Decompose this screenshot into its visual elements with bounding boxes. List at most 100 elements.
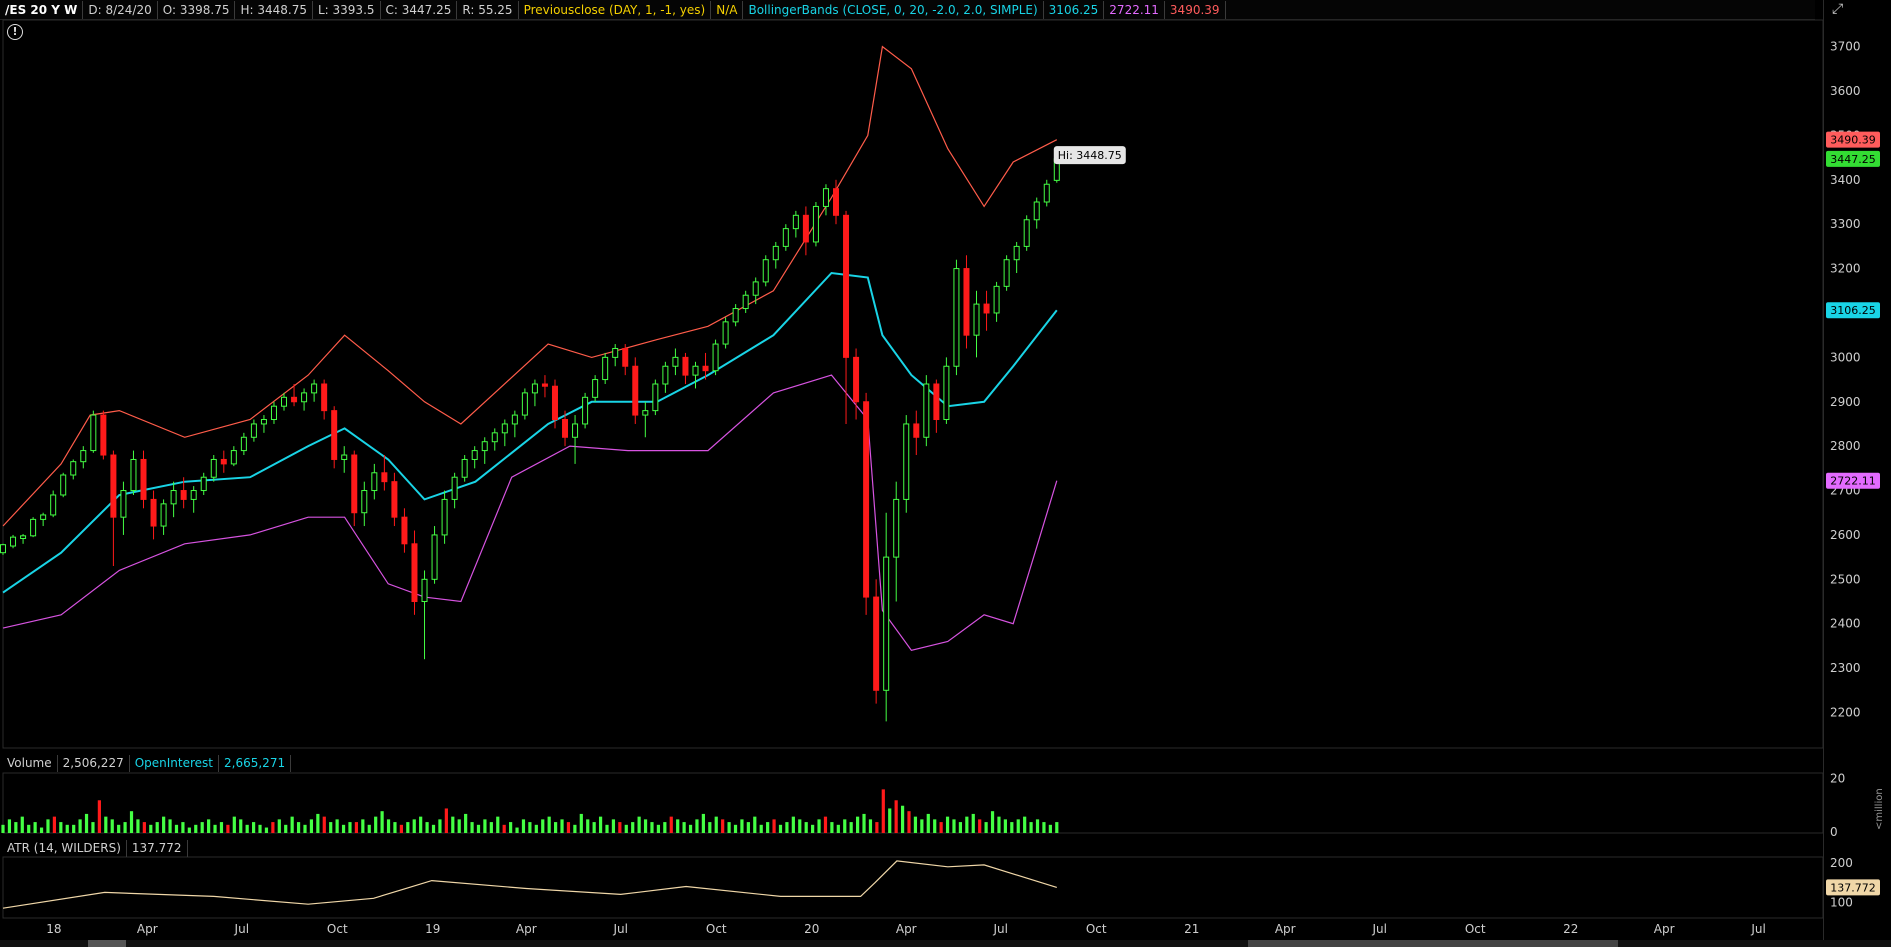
volume-bar: [541, 819, 545, 833]
open-interest-label[interactable]: OpenInterest: [130, 754, 220, 772]
volume-bar: [239, 819, 243, 833]
volume-bar: [509, 822, 513, 833]
candle-body: [521, 392, 528, 416]
volume-bar: [971, 813, 975, 833]
y-tick-label: 3400: [1830, 173, 1861, 187]
candle-body: [662, 365, 669, 385]
candle-body: [180, 490, 187, 500]
volume-bar: [643, 819, 648, 833]
candle-body: [371, 472, 378, 492]
candle-body: [260, 419, 267, 425]
price-tag-label: 3447.25: [1830, 153, 1876, 166]
x-tick-label: Apr: [1275, 922, 1296, 936]
candle-body: [471, 450, 478, 460]
candle-body: [270, 405, 277, 421]
volume-bar: [72, 824, 76, 833]
volume-bar: [637, 816, 641, 833]
candle-body: [752, 281, 759, 296]
volume-bar: [778, 824, 783, 833]
candle-body: [762, 259, 769, 283]
candle-body: [893, 498, 900, 558]
atr-tick-label: 100: [1830, 895, 1853, 909]
candle-body: [732, 308, 739, 323]
candle-body: [883, 556, 890, 691]
volume-bar: [168, 819, 172, 833]
volume-bar: [309, 819, 314, 833]
volume-bar: [605, 824, 609, 833]
volume-bar: [219, 822, 224, 833]
volume-bar: [688, 824, 693, 833]
volume-bar: [695, 819, 699, 833]
candle-body: [220, 458, 227, 465]
candle-body: [481, 441, 488, 452]
volume-bar: [123, 822, 127, 833]
volume-bar: [714, 816, 718, 833]
candle-body: [140, 458, 147, 500]
volume-bar: [155, 822, 159, 833]
y-tick-label: 2200: [1830, 705, 1861, 719]
candle-body: [60, 474, 67, 496]
volume-label[interactable]: Volume: [2, 754, 58, 772]
candle-body: [873, 596, 880, 691]
candle-body: [923, 383, 930, 438]
volume-bar: [933, 819, 937, 833]
volume-bar: [900, 805, 905, 833]
x-tick-label: Jul: [234, 922, 249, 936]
volume-bar: [316, 813, 320, 833]
candle-body: [281, 396, 288, 407]
volume-value: 2,506,227: [58, 754, 130, 772]
candle-body: [973, 303, 980, 336]
candle-body: [531, 383, 538, 394]
candle-body: [230, 450, 237, 465]
x-tick-label: 19: [425, 922, 440, 936]
candle-body: [50, 494, 57, 516]
candle-body: [642, 410, 649, 416]
volume-bar: [598, 816, 603, 833]
price-tag-label: 3490.39: [1830, 134, 1876, 147]
volume-bar: [444, 808, 448, 833]
volume-bar: [945, 816, 950, 833]
volume-bar: [669, 816, 673, 833]
volume-bar: [926, 813, 930, 833]
candle-body: [381, 472, 388, 483]
candle-body: [331, 410, 338, 460]
volume-bar: [1, 824, 5, 833]
volume-bar: [856, 816, 860, 833]
volume-bar: [547, 816, 551, 833]
volume-tick-label: 0: [1830, 825, 1838, 839]
volume-bar: [753, 816, 757, 833]
candle-body: [150, 498, 157, 527]
atr-value: 137.772: [127, 839, 188, 857]
price-chart[interactable]: 2200230024002500260027002800290030003100…: [0, 0, 1891, 947]
volume-bar: [194, 824, 198, 833]
volume-bar: [367, 824, 371, 833]
candle-body: [351, 454, 358, 514]
atr-label[interactable]: ATR (14, WILDERS): [2, 839, 127, 857]
candle-body: [341, 454, 348, 460]
volume-bar: [470, 822, 474, 833]
volume-bar: [618, 822, 622, 833]
candle-body: [441, 498, 448, 536]
x-tick-label: 18: [46, 922, 61, 936]
scrollbar-thumb-left[interactable]: [88, 940, 126, 947]
volume-bar: [868, 819, 873, 833]
volume-bar: [489, 822, 493, 833]
y-tick-label: 3000: [1830, 350, 1861, 364]
candle-body: [361, 490, 368, 514]
candle-body: [491, 432, 498, 443]
volume-unit-label: <million: [1874, 788, 1885, 830]
scrollbar-thumb[interactable]: [1248, 940, 1618, 947]
x-tick-label: Oct: [1465, 922, 1486, 936]
volume-bar: [566, 822, 571, 833]
volume-bar: [733, 824, 738, 833]
volume-bar: [438, 819, 442, 833]
volume-bar: [27, 824, 31, 833]
candle-body: [501, 423, 508, 434]
volume-bar: [393, 822, 397, 833]
x-tick-label: Oct: [327, 922, 348, 936]
volume-bar: [361, 819, 365, 833]
volume-bar: [836, 824, 840, 833]
candle-body: [391, 481, 398, 518]
x-tick-label: Jul: [1750, 922, 1765, 936]
volume-bar: [798, 819, 802, 833]
